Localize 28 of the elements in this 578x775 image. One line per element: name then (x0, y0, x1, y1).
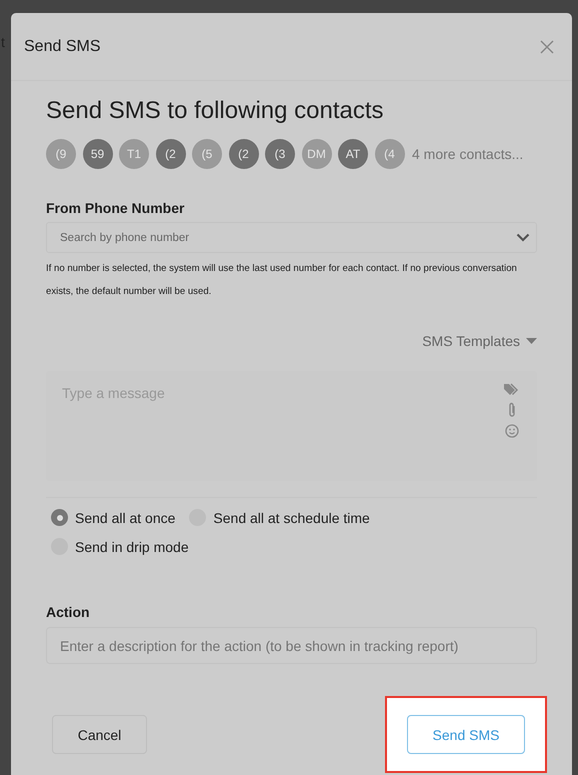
action-description-field[interactable]: Enter a description for the action (to be shown in tracking report) (46, 627, 537, 664)
sms-templates-dropdown[interactable]: SMS Templates (422, 333, 537, 349)
field-label: From Phone Number (46, 200, 186, 216)
contact-avatar: (2 (228, 139, 258, 169)
phone-number-select[interactable]: Search by phone number (46, 222, 537, 253)
contact-avatar: (3 (265, 139, 295, 169)
contact-avatar: AT (338, 139, 368, 169)
contact-avatar: (5 (192, 139, 222, 169)
dialog-title: Send SMS (24, 38, 100, 56)
field-label: Action (46, 604, 91, 620)
contact-avatar: DM (302, 139, 332, 169)
chevron-down-icon (516, 233, 530, 242)
close-icon[interactable] (540, 40, 554, 54)
contact-avatar: (4 (374, 139, 404, 169)
contact-avatar: T1 (119, 139, 149, 169)
send-mode-radio[interactable]: Send in drip mode (51, 538, 189, 555)
caret-icon (526, 338, 537, 344)
tag-icon[interactable] (504, 383, 519, 396)
help-text: If no number is selected, the system will use the last used number for each contact. If no previous conversation exists, the default number will be used. (46, 262, 518, 299)
contact-avatar: 59 (82, 139, 112, 169)
paperclip-icon[interactable] (506, 402, 516, 418)
send-mode-radio[interactable]: Send all at schedule time (189, 509, 370, 526)
contact-avatar: (9 (46, 139, 76, 169)
contact-avatar: (2 (156, 139, 186, 169)
send-mode-radio[interactable]: Send all at once (51, 509, 176, 526)
emoji-icon[interactable] (504, 424, 518, 438)
cancel-button[interactable]: Cancel (52, 715, 147, 754)
dialog-heading: Send SMS to following contacts (46, 97, 385, 125)
